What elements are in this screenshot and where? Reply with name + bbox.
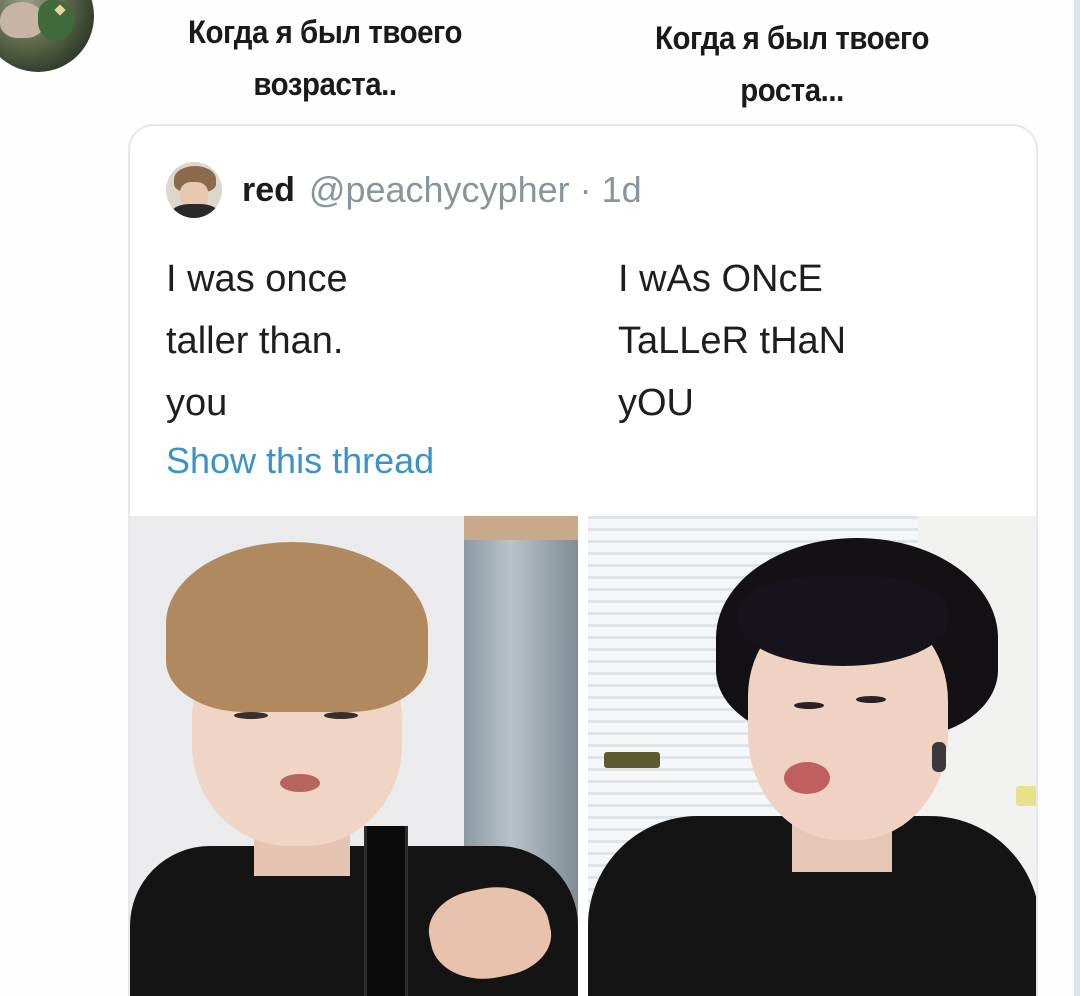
tweet-photo-right[interactable] xyxy=(588,516,1036,996)
cropped-profile-avatar-icon[interactable] xyxy=(0,0,94,72)
video-sticker-badge xyxy=(1016,786,1036,806)
tweet-timestamp[interactable]: 1d xyxy=(602,169,642,211)
tweet-line: I was once xyxy=(166,258,348,300)
right-edge-line xyxy=(1074,0,1080,996)
caption-right: Когда я был твоего роста... xyxy=(599,12,985,116)
caption-right-line-1: Когда я был твоего xyxy=(655,20,929,56)
caption-right-line-2: роста... xyxy=(740,72,844,108)
tweet-line: you xyxy=(166,382,228,424)
tweet-line: yOU xyxy=(618,382,694,424)
author-handle[interactable]: @peachycypher xyxy=(309,169,570,211)
tweet-text-right: I wAs ONcE TaLLeR tHaN yOU xyxy=(618,248,846,434)
tweet-line: taller than. xyxy=(166,320,344,362)
video-subtitle-badge xyxy=(604,752,660,768)
tweet-photo-left[interactable] xyxy=(130,516,578,996)
tweet-header: red @peachycypher · 1d xyxy=(166,160,642,220)
author-name[interactable]: red xyxy=(242,171,295,210)
caption-left-line-2: возраста.. xyxy=(253,66,397,102)
tweet-line: I wAs ONcE xyxy=(618,258,823,300)
caption-left: Когда я был твоего возраста.. xyxy=(127,6,523,110)
meme-screenshot: Когда я был твоего возраста.. Когда я бы… xyxy=(0,0,1080,996)
tweet-text-left: I was once taller than. you xyxy=(166,248,348,434)
meta-separator: · xyxy=(579,169,592,210)
quoted-tweet-card[interactable]: red @peachycypher · 1d I was once taller… xyxy=(128,124,1038,996)
caption-left-line-1: Когда я был твоего xyxy=(188,14,462,50)
show-thread-link[interactable]: Show this thread xyxy=(166,440,434,482)
user-avatar-icon[interactable] xyxy=(166,162,222,218)
tweet-line: TaLLeR tHaN xyxy=(618,320,847,362)
